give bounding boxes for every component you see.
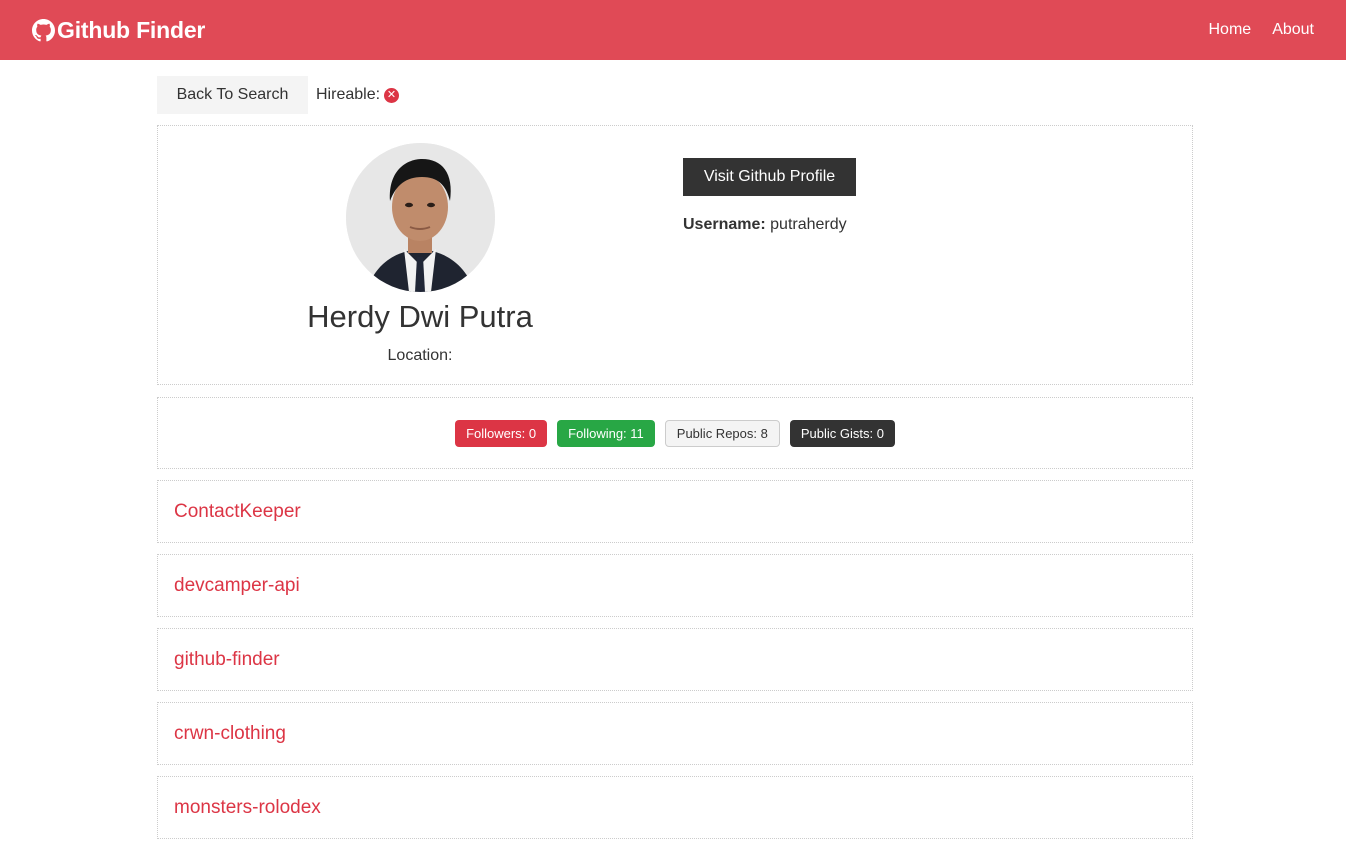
- github-icon: [32, 18, 55, 41]
- stats-card: Followers: 0 Following: 11 Public Repos:…: [157, 397, 1193, 469]
- brand-title: Github Finder: [57, 16, 206, 43]
- times-circle-icon: ✕: [384, 87, 400, 103]
- profile-location: Location:: [387, 347, 453, 364]
- repo-item: ContactKeeper: [157, 480, 1193, 543]
- profile-card: Herdy Dwi Putra Location: Visit Github P…: [157, 125, 1193, 385]
- nav-about-link[interactable]: About: [1272, 21, 1314, 39]
- username-label: Username:: [683, 216, 766, 233]
- repo-link[interactable]: crwn-clothing: [174, 723, 286, 745]
- public-repos-badge: Public Repos: 8: [664, 419, 780, 447]
- avatar-image: [346, 143, 495, 292]
- nav-home-link[interactable]: Home: [1209, 21, 1252, 39]
- repo-item: crwn-clothing: [157, 702, 1193, 765]
- nav-links: Home About: [1188, 21, 1315, 39]
- back-to-search-button[interactable]: Back To Search: [157, 76, 308, 114]
- followers-badge: Followers: 0: [455, 419, 548, 447]
- username-line: Username: putraherdy: [683, 216, 856, 234]
- following-badge: Following: 11: [557, 419, 655, 447]
- hireable-label: Hireable:: [316, 86, 381, 103]
- repo-item: monsters-rolodex: [157, 776, 1193, 839]
- profile-name: Herdy Dwi Putra: [307, 299, 533, 334]
- profile-details: Visit Github Profile Username: putraherd…: [683, 158, 856, 234]
- hireable-status: Hireable: ✕: [316, 86, 400, 104]
- profile-topbar: Back To Search Hireable: ✕: [157, 76, 400, 114]
- repo-link[interactable]: devcamper-api: [174, 575, 300, 597]
- repo-link[interactable]: ContactKeeper: [174, 501, 301, 523]
- brand[interactable]: Github Finder: [32, 17, 205, 44]
- repo-link[interactable]: github-finder: [174, 649, 280, 671]
- repo-item: devcamper-api: [157, 554, 1193, 617]
- public-gists-badge: Public Gists: 0: [789, 419, 895, 447]
- avatar: [346, 143, 495, 292]
- username-value: putraherdy: [770, 216, 847, 233]
- repo-item: github-finder: [157, 628, 1193, 691]
- visit-github-profile-button[interactable]: Visit Github Profile: [683, 158, 856, 196]
- navbar: Github Finder Home About: [0, 0, 1346, 60]
- repo-link[interactable]: monsters-rolodex: [174, 797, 321, 819]
